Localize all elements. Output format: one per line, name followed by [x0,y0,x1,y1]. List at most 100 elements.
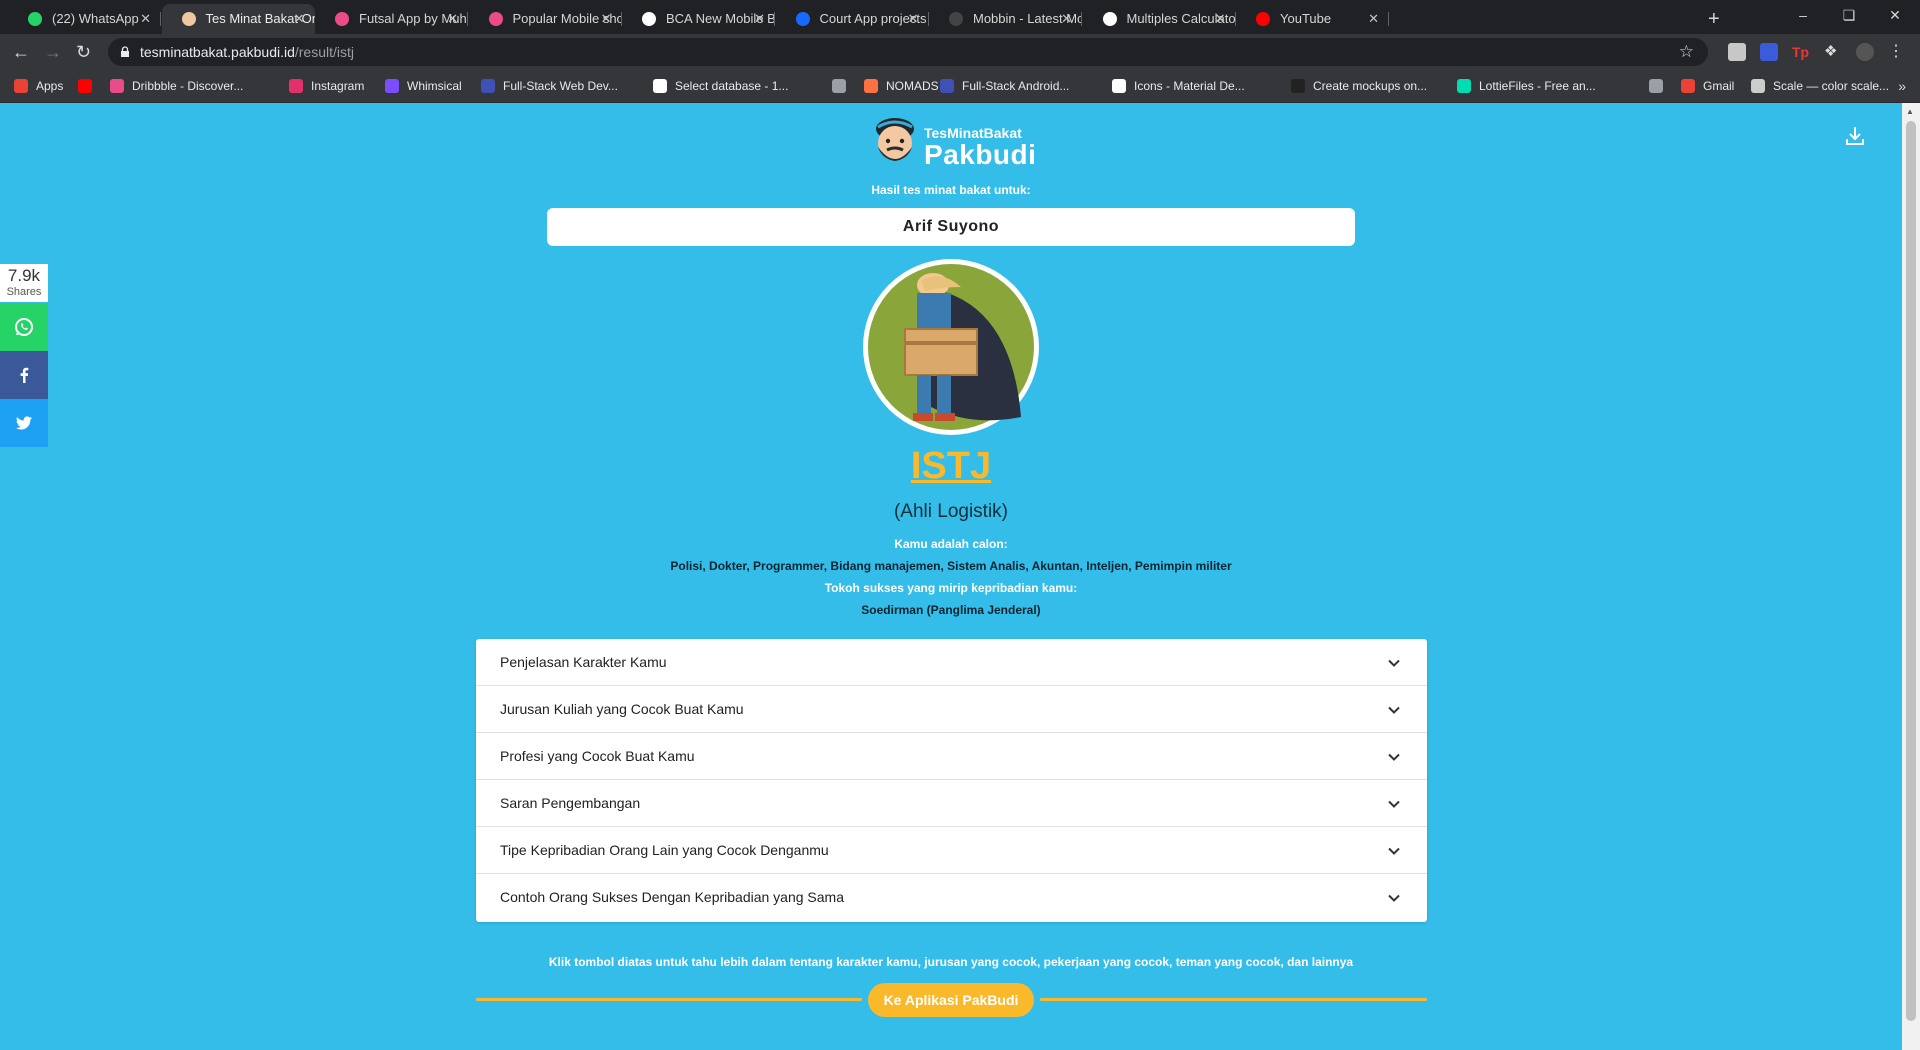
accordion-item[interactable]: Penjelasan Karakter Kamu [476,639,1427,686]
bookmarks-bar: Apps Dribbble - Discover... Instagram Whims… [0,70,1920,103]
bookmark-favicon-icon [1681,79,1695,93]
extension-icon[interactable]: Tp [1792,43,1810,61]
bookmark-favicon-icon [1457,79,1471,93]
accordion-item[interactable]: Saran Pengembangan [476,780,1427,827]
chevron-down-icon[interactable] [1387,891,1401,905]
reload-button[interactable]: ↻ [76,42,91,62]
chevron-down-icon[interactable] [1387,797,1401,811]
share-count: 7.9k Shares [0,264,48,302]
bookmark-item[interactable]: Gmail [1681,70,1734,102]
figure-label: Tokoh sukses yang mirip kepribadian kamu… [824,581,1078,595]
chevron-down-icon[interactable] [1387,703,1401,717]
hint-text: Klik tombol diatas untuk tahu lebih dala… [548,955,1354,969]
profile-avatar[interactable] [1856,43,1874,61]
bookmark-item[interactable] [78,70,100,102]
forward-button[interactable]: → [44,42,62,62]
bookmark-item[interactable]: Select database - 1... [653,70,788,102]
browser-tab[interactable]: Popular Mobile shots o✕ [469,4,622,34]
scroll-up-icon[interactable]: ▲ [1906,107,1914,116]
accordion-item[interactable]: Profesi yang Cocok Buat Kamu [476,733,1427,780]
close-window-button[interactable]: ✕ [1872,0,1918,30]
bookmark-star-icon[interactable]: ☆ [1679,38,1694,66]
chevron-down-icon[interactable] [1387,750,1401,764]
personality-type[interactable]: ISTJ [0,445,1902,488]
back-button[interactable]: ← [12,42,30,62]
bookmark-label: Icons - Material De... [1134,79,1245,93]
browser-tab[interactable]: YouTube ✕ [1236,4,1389,34]
bookmark-item[interactable]: Full-Stack Web Dev... [481,70,618,102]
extension-icon[interactable] [1760,43,1778,61]
tab-close-icon[interactable]: ✕ [140,4,151,34]
tab-close-icon[interactable]: ✕ [1061,4,1072,34]
browser-tab[interactable]: (22) WhatsApp ✕ [8,4,161,34]
bookmark-item[interactable]: Whimsical [385,70,462,102]
whatsapp-share-button[interactable] [0,303,48,351]
bookmark-item[interactable]: Scale — color scale... [1751,70,1889,102]
tab-close-icon[interactable]: ✕ [754,4,765,34]
chevron-down-icon[interactable] [1387,844,1401,858]
accordion-item[interactable]: Jurusan Kuliah yang Cocok Buat Kamu [476,686,1427,733]
accordion-item[interactable]: Contoh Orang Sukses Dengan Kepribadian y… [476,874,1427,922]
bookmark-item[interactable]: LottieFiles - Free an... [1457,70,1596,102]
accordion-item[interactable]: Tipe Kepribadian Orang Lain yang Cocok D… [476,827,1427,874]
browser-tab[interactable]: Tes Minat Bakat Online✕ [161,4,315,34]
candidate-label: Kamu adalah calon: [894,537,1008,551]
browser-tab[interactable]: BCA New Mobile Banki✕ [622,4,775,34]
tab-favicon-icon [28,12,42,26]
extension-icon[interactable] [1728,43,1746,61]
tab-favicon-icon [488,12,503,26]
bookmark-label: Select database - 1... [675,79,789,93]
lock-icon[interactable] [120,46,130,57]
url-path: /result/istj [294,44,354,60]
tab-close-icon[interactable]: ✕ [908,4,919,34]
bookmark-item[interactable]: Instagram [289,70,364,102]
bookmark-label: Apps [36,79,64,93]
bookmark-label: Instagram [311,79,365,93]
bookmark-label: NOMADS [886,79,939,93]
tab-close-icon[interactable]: ✕ [601,4,612,34]
bookmark-item[interactable]: Icons - Material De... [1112,70,1245,102]
bookmark-item[interactable]: Create mockups on... [1291,70,1427,102]
bookmark-item[interactable]: NOMADS [864,70,939,102]
result-accordion: Penjelasan Karakter Kamu Jurusan Kuliah y… [476,639,1427,922]
browser-tab[interactable]: Mobbin - Latest Mobile✕ [929,4,1082,34]
bookmark-item[interactable]: Full-Stack Android... [940,70,1069,102]
tab-favicon-icon [1256,12,1270,26]
extensions-puzzle-icon[interactable]: ❖ [1824,43,1842,61]
download-icon[interactable] [1844,125,1866,147]
twitter-share-button[interactable] [0,399,48,447]
scrollbar-thumb[interactable] [1906,121,1916,1021]
restore-button[interactable]: ❏ [1826,0,1872,30]
tab-close-icon[interactable]: ✕ [294,4,305,34]
browser-tab[interactable]: Futsal App by Muhamm✕ [315,4,468,34]
bookmark-item[interactable]: Apps [14,70,63,102]
url-input[interactable]: tesminatbakat.pakbudi.id/result/istj ☆ [108,38,1708,66]
new-tab-button[interactable]: + [1708,4,1720,34]
browser-tab[interactable]: Multiples Calculator ✕ [1083,4,1236,34]
open-app-button[interactable]: Ke Aplikasi PakBudi [868,983,1034,1017]
minimize-button[interactable]: – [1780,0,1826,30]
personality-title: (Ahli Logistik) [893,501,1009,522]
chevron-down-icon[interactable] [1387,656,1401,670]
pakbudi-logo[interactable]: TesMinatBakat Pakbudi [870,113,1040,171]
bookmark-label: Full-Stack Web Dev... [503,79,618,93]
facebook-share-button[interactable] [0,351,48,399]
tab-favicon-icon [181,12,196,26]
accordion-item-label: Saran Pengembangan [500,795,641,811]
bookmark-favicon-icon [1291,79,1305,93]
browser-tab[interactable]: Court App projects | Ph✕ [776,4,929,34]
tab-close-icon[interactable]: ✕ [1215,4,1226,34]
tab-title: (22) WhatsApp [52,11,139,26]
bookmark-favicon-icon [481,79,495,93]
candidate-professions: Polisi, Dokter, Programmer, Bidang manaj… [670,559,1232,573]
divider-line-left [476,998,862,1001]
bookmark-item[interactable] [1649,70,1671,102]
tab-close-icon[interactable]: ✕ [1368,4,1379,34]
browser-menu-icon[interactable]: ⋮ [1888,43,1906,61]
bookmark-item[interactable] [832,70,854,102]
tab-close-icon[interactable]: ✕ [447,4,458,34]
page-scrollbar[interactable]: ▲ [1902,103,1920,1050]
divider-line-right [1040,998,1427,1001]
bookmarks-overflow-icon[interactable]: » [1898,70,1906,102]
bookmark-item[interactable]: Dribbble - Discover... [110,70,243,102]
